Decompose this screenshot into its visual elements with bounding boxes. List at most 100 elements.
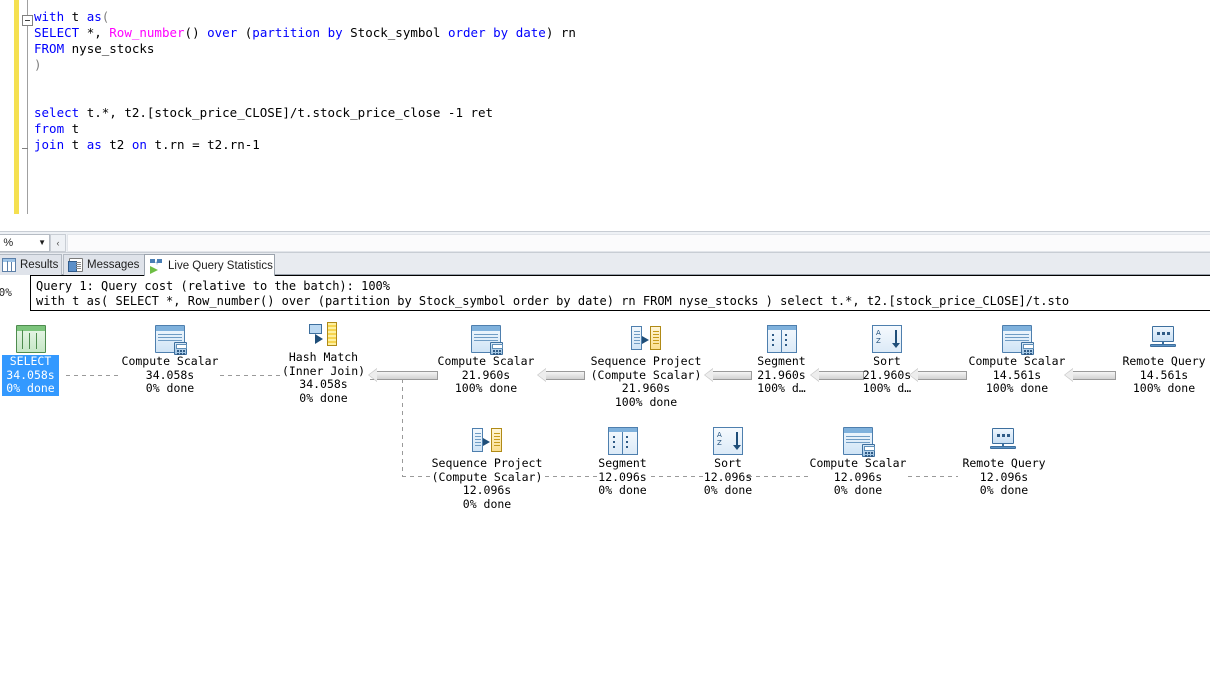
sequence-project-icon (472, 427, 502, 455)
remote-query-icon (989, 427, 1019, 455)
plan-node-pct: 0% done (299, 390, 348, 405)
zoom-combobox[interactable]: 100 % ▼ (0, 234, 50, 252)
plan-node-label2: (Compute Scalar) (590, 367, 702, 382)
plan-node-sort-1[interactable]: AZ Sort 21.960s 100% d… (855, 325, 919, 396)
plan-node-label: Compute Scalar (121, 354, 219, 368)
editor-status-strip: 100 % ▼ ‹ (0, 231, 1210, 253)
compute-scalar-icon (471, 325, 503, 355)
plan-node-remote-query-1[interactable]: Remote Query 14.561s 100% done (1110, 325, 1210, 396)
code-token: ) (545, 25, 561, 40)
plan-diagram[interactable]: SELECT 34.058s 0% done Compute Scalar 34… (0, 313, 1210, 673)
execution-plan-pane[interactable]: 80% Query 1: Query cost (relative to the… (0, 275, 1210, 673)
zoom-value: 100 % (0, 237, 14, 249)
code-token: by (493, 25, 516, 40)
sort-icon: AZ (872, 325, 902, 353)
outlining-track (27, 0, 28, 214)
hash-match-icon (308, 321, 339, 349)
plan-node-label: Hash Match (288, 350, 359, 364)
sql-editor-pane[interactable]: with t as(SELECT *, Row_number() over (p… (0, 0, 1210, 231)
plan-node-label2: (Inner Join) (281, 363, 366, 378)
code-token: nyse_stocks (71, 41, 155, 56)
plan-node-sequence-project-2[interactable]: Sequence Project (Compute Scalar) 12.096… (421, 427, 553, 511)
plan-node-label: Sequence Project (590, 354, 702, 368)
code-token: date (515, 25, 546, 40)
connector-compute2-seqproj1 (537, 368, 585, 382)
plan-node-label: Compute Scalar (968, 354, 1066, 368)
plan-node-label: Remote Query (1122, 354, 1206, 368)
select-icon (15, 325, 46, 353)
plan-node-hash-match[interactable]: Hash Match (Inner Join) 34.058s 0% done (266, 321, 381, 405)
outline-collapse-toggle[interactable] (22, 15, 33, 26)
code-token: t (71, 121, 80, 136)
code-token: , (94, 25, 110, 40)
document-icon (68, 258, 83, 272)
chevron-down-icon[interactable]: ▼ (38, 239, 46, 247)
plan-node-select-pct: 0% done (6, 381, 55, 395)
remote-query-icon (1149, 325, 1179, 353)
query-cost-text: Query 1: Query cost (relative to the bat… (36, 279, 391, 293)
plan-node-time: 14.561s (992, 367, 1042, 382)
change-bar (14, 0, 19, 214)
segment-icon (607, 427, 638, 455)
plan-node-time: 12.096s (833, 469, 883, 484)
plan-node-select-labels: SELECT 34.058s 0% done (2, 354, 59, 396)
plan-node-pct: 100% done (454, 381, 518, 395)
compute-scalar-icon (843, 427, 875, 457)
tab-messages-label: Messages (87, 259, 140, 271)
compute-scalar-icon (155, 325, 187, 355)
plan-node-compute-scalar-2[interactable]: Compute Scalar 21.960s 100% done (427, 325, 545, 396)
code-line: select t.*, t2.[stock_price_CLOSE]/t.sto… (34, 105, 576, 121)
code-token: with (34, 9, 72, 24)
horizontal-scrollbar[interactable] (67, 234, 1210, 252)
code-token: on (131, 137, 155, 152)
plan-node-time: 21.960s (862, 367, 912, 382)
plan-node-pct: 100% done (1132, 381, 1196, 395)
plan-node-compute-scalar-4[interactable]: Compute Scalar 12.096s 0% done (799, 427, 917, 498)
live-query-statistics-icon: + (150, 258, 164, 274)
plan-node-time: 21.960s (461, 367, 511, 382)
plan-node-pct: 100% d… (757, 381, 806, 395)
sort-icon: AZ (713, 427, 743, 455)
tab-live-query-statistics[interactable]: + Live Query Statistics (144, 254, 275, 276)
plan-node-time: 12.096s (462, 483, 512, 497)
tab-results[interactable]: Results (0, 254, 62, 275)
plan-node-label: Sort (714, 456, 742, 470)
plan-node-compute-scalar-3[interactable]: Compute Scalar 14.561s 100% done (958, 325, 1076, 396)
tab-results-label: Results (20, 259, 59, 271)
code-token: FROM (34, 41, 72, 56)
scroll-left-button[interactable]: ‹ (50, 234, 66, 252)
code-token: as (86, 9, 102, 24)
plan-node-pct: 100% done (614, 394, 678, 409)
plan-node-pct: 0% done (979, 483, 1029, 497)
grid-icon (2, 258, 16, 272)
plan-node-select[interactable]: SELECT 34.058s 0% done (0, 325, 63, 396)
plan-node-time: 21.960s (621, 381, 671, 395)
code-token: SELECT (34, 25, 87, 40)
segment-icon (766, 325, 797, 353)
plan-node-time: 34.058s (145, 367, 195, 382)
plan-node-sort-2[interactable]: AZ Sort 12.096s 0% done (696, 427, 760, 498)
plan-node-time: 34.058s (299, 377, 348, 391)
plan-node-time: 12.096s (703, 469, 753, 484)
plan-node-segment-1[interactable]: Segment 21.960s 100% d… (745, 325, 818, 396)
plan-node-compute-scalar-1[interactable]: Compute Scalar 34.058s 0% done (110, 325, 230, 396)
query-cost-header: Query 1: Query cost (relative to the bat… (30, 275, 1210, 311)
code-token: t.*, t2.[stock_price_CLOSE]/t.stock_pric… (86, 105, 494, 120)
plan-node-pct: 0% done (598, 483, 647, 497)
code-token: select (34, 105, 87, 120)
code-token: t (71, 9, 87, 24)
code-token: order (447, 25, 494, 40)
tab-messages[interactable]: Messages (63, 254, 145, 275)
plan-node-remote-query-2[interactable]: Remote Query 12.096s 0% done (950, 427, 1058, 498)
plan-node-sequence-project-1[interactable]: Sequence Project (Compute Scalar) 21.960… (580, 325, 712, 409)
plan-node-label: Compute Scalar (437, 354, 535, 368)
code-token: t.rn = t2.rn-1 (154, 137, 260, 152)
sql-code[interactable]: with t as(SELECT *, Row_number() over (p… (34, 9, 576, 153)
plan-node-segment-2[interactable]: Segment 12.096s 0% done (586, 427, 659, 498)
plan-node-pct: 0% done (833, 483, 883, 497)
plan-node-select-time: 34.058s (6, 367, 55, 382)
sequence-project-icon (631, 325, 661, 353)
tab-live-query-statistics-label: Live Query Statistics (168, 259, 273, 272)
code-token: by (327, 25, 351, 40)
